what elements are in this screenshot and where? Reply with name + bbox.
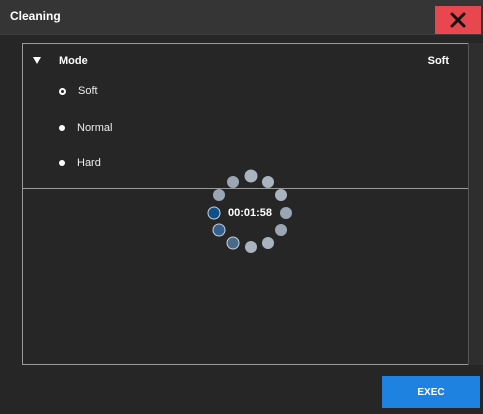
radio-label: Soft [78, 85, 98, 97]
divider [23, 188, 469, 189]
radio-unselected-icon [59, 160, 65, 166]
mode-label: Mode [59, 55, 88, 67]
title-bar: Cleaning [0, 0, 483, 35]
collapse-triangle-icon[interactable] [33, 57, 41, 64]
mode-panel: Mode Soft Soft Normal Hard [22, 43, 470, 365]
radio-selected-icon [59, 87, 66, 95]
close-button[interactable] [435, 6, 481, 34]
radio-option-soft[interactable]: Soft [59, 81, 98, 101]
close-icon [450, 12, 466, 28]
mode-selected-value: Soft [427, 55, 449, 67]
window-title: Cleaning [10, 9, 61, 23]
scrollbar[interactable] [468, 43, 483, 365]
radio-label: Hard [77, 157, 101, 169]
elapsed-timer: 00:01:58 [228, 207, 273, 219]
mode-header[interactable]: Mode Soft [23, 44, 469, 78]
radio-label: Normal [77, 122, 113, 134]
exec-button[interactable]: EXEC [382, 376, 480, 408]
radio-option-normal[interactable]: Normal [59, 118, 112, 138]
radio-option-hard[interactable]: Hard [59, 153, 101, 173]
radio-unselected-icon [59, 125, 65, 131]
